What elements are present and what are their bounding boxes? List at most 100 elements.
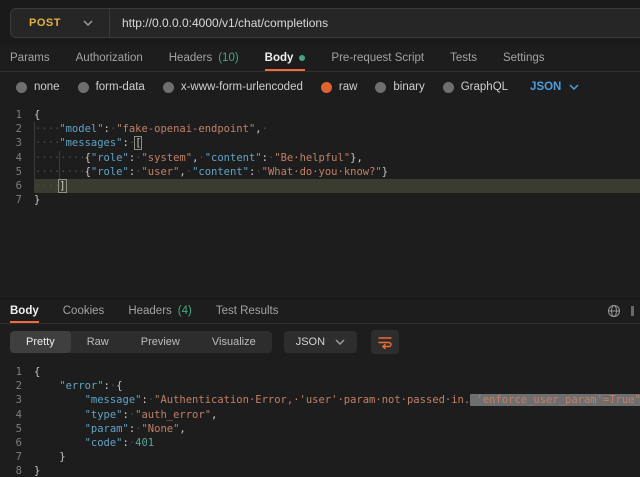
code-token: } (59, 451, 65, 463)
code-line[interactable]: 1{ (0, 108, 640, 122)
code-token: · (262, 123, 268, 135)
tab-authorization[interactable]: Authorization (76, 45, 143, 71)
code-line[interactable]: 1{ (0, 365, 640, 379)
radio-icon (163, 82, 174, 93)
line-number: 4 (0, 408, 34, 422)
radio-form-data[interactable]: form-data (78, 81, 145, 93)
radio-icon (16, 82, 27, 93)
globe-icon[interactable] (607, 304, 621, 318)
code-text: ····] (34, 179, 640, 193)
code-token: "content" (205, 152, 262, 164)
line-number: 8 (0, 464, 34, 477)
code-line[interactable]: 5········{"role":·"user",·"content":·"Wh… (0, 165, 640, 179)
tab-body[interactable]: Body (265, 45, 306, 71)
code-token: } (34, 465, 40, 477)
code-line[interactable]: 8} (0, 464, 640, 477)
code-line[interactable]: 7} (0, 450, 640, 464)
radio-icon (443, 82, 454, 93)
code-token: } (34, 194, 40, 206)
method-dropdown[interactable]: POST (11, 17, 109, 29)
indent-guide: ···· (34, 179, 59, 193)
radio-icon (375, 82, 386, 93)
tab-settings[interactable]: Settings (503, 45, 545, 71)
code-line[interactable]: 5"param":·"None", (0, 422, 640, 436)
url-input[interactable]: http://0.0.0.0:4000/v1/chat/completions (110, 16, 328, 30)
code-token: "param" (85, 423, 129, 435)
language-dropdown[interactable]: JSON (530, 81, 579, 93)
code-token: "system" (141, 152, 192, 164)
code-text: { (34, 365, 640, 379)
body-type-row: none form-data x-www-form-urlencoded raw… (0, 72, 640, 102)
response-tab-test-results[interactable]: Test Results (216, 299, 279, 323)
view-preview[interactable]: Preview (125, 331, 196, 353)
code-token: 'enforce_user_param'=True" (470, 394, 640, 406)
tab-tests[interactable]: Tests (450, 45, 477, 71)
tab-headers[interactable]: Headers(10) (169, 45, 239, 71)
request-url-row: POST http://0.0.0.0:4000/v1/chat/complet… (0, 0, 640, 45)
code-line[interactable]: 4········{"role":·"system",·"content":·"… (0, 151, 640, 165)
code-token: ] (58, 179, 66, 193)
radio-graphql[interactable]: GraphQL (443, 81, 508, 93)
headers-count: (10) (218, 52, 238, 64)
code-text: "param":·"None", (34, 422, 640, 436)
line-number: 3 (0, 136, 34, 150)
radio-raw[interactable]: raw (321, 81, 358, 93)
indent-guide: ···· (34, 136, 59, 150)
code-token: "Be·helpful" (274, 152, 350, 164)
line-number: 2 (0, 122, 34, 136)
tab-params[interactable]: Params (10, 45, 50, 71)
request-tabs: Params Authorization Headers(10) Body Pr… (0, 45, 640, 72)
line-number: 6 (0, 436, 34, 450)
chevron-down-icon (335, 339, 345, 345)
chevron-down-icon (83, 20, 93, 26)
indent-guide: ···· (34, 122, 59, 136)
code-text: { (34, 108, 640, 122)
view-raw[interactable]: Raw (71, 331, 125, 353)
request-body-editor[interactable]: 1{2····"model":·"fake-openai-endpoint",·… (0, 102, 640, 298)
radio-binary[interactable]: binary (375, 81, 424, 93)
code-token: }, (350, 152, 363, 164)
code-line[interactable]: 6····] (0, 179, 640, 193)
code-line[interactable]: 4"type":·"auth_error", (0, 408, 640, 422)
code-token: "message" (85, 394, 142, 406)
line-number: 5 (0, 165, 34, 179)
code-token: , (211, 409, 217, 421)
response-tab-headers[interactable]: Headers(4) (128, 299, 192, 323)
view-pretty[interactable]: Pretty (10, 331, 71, 353)
response-tab-body[interactable]: Body (10, 299, 39, 323)
code-token: "code" (85, 437, 123, 449)
response-tabs-right (607, 299, 634, 323)
response-tab-cookies[interactable]: Cookies (63, 299, 105, 323)
code-token: "type" (85, 409, 123, 421)
radio-none[interactable]: none (16, 81, 60, 93)
indent-guide: ···· (34, 151, 59, 165)
response-headers-count: (4) (178, 305, 192, 317)
chevron-down-icon (569, 84, 579, 90)
code-text: ····"messages":·[ (34, 136, 640, 150)
code-token: { (116, 380, 122, 392)
code-line[interactable]: 7} (0, 193, 640, 207)
body-indicator-dot (299, 55, 305, 61)
code-token: 401 (135, 437, 154, 449)
code-text: ····"model":·"fake-openai-endpoint",· (34, 122, 640, 136)
code-token: "messages" (59, 137, 122, 149)
code-token: "model" (59, 123, 103, 135)
code-line[interactable]: 2····"model":·"fake-openai-endpoint",· (0, 122, 640, 136)
radio-x-www-form-urlencoded[interactable]: x-www-form-urlencoded (163, 81, 303, 93)
clipped-text-fragment (631, 306, 634, 316)
code-line[interactable]: 2"error":·{ (0, 379, 640, 393)
code-text: } (34, 450, 640, 464)
indent-guide: ···· (34, 165, 59, 179)
wrap-text-button[interactable] (371, 330, 399, 354)
url-bar: POST http://0.0.0.0:4000/v1/chat/complet… (10, 8, 640, 38)
tab-pre-request-script[interactable]: Pre-request Script (331, 45, 424, 71)
line-number: 7 (0, 450, 34, 464)
view-visualize[interactable]: Visualize (196, 331, 272, 353)
code-line[interactable]: 3····"messages":·[ (0, 136, 640, 150)
code-token: "None" (141, 423, 179, 435)
line-number: 6 (0, 179, 34, 193)
response-format-dropdown[interactable]: JSON (284, 331, 357, 353)
code-line[interactable]: 3"message":·"Authentication·Error,·'user… (0, 393, 640, 407)
code-line[interactable]: 6"code":·401 (0, 436, 640, 450)
response-body-editor[interactable]: 1{2"error":·{3"message":·"Authentication… (0, 359, 640, 477)
